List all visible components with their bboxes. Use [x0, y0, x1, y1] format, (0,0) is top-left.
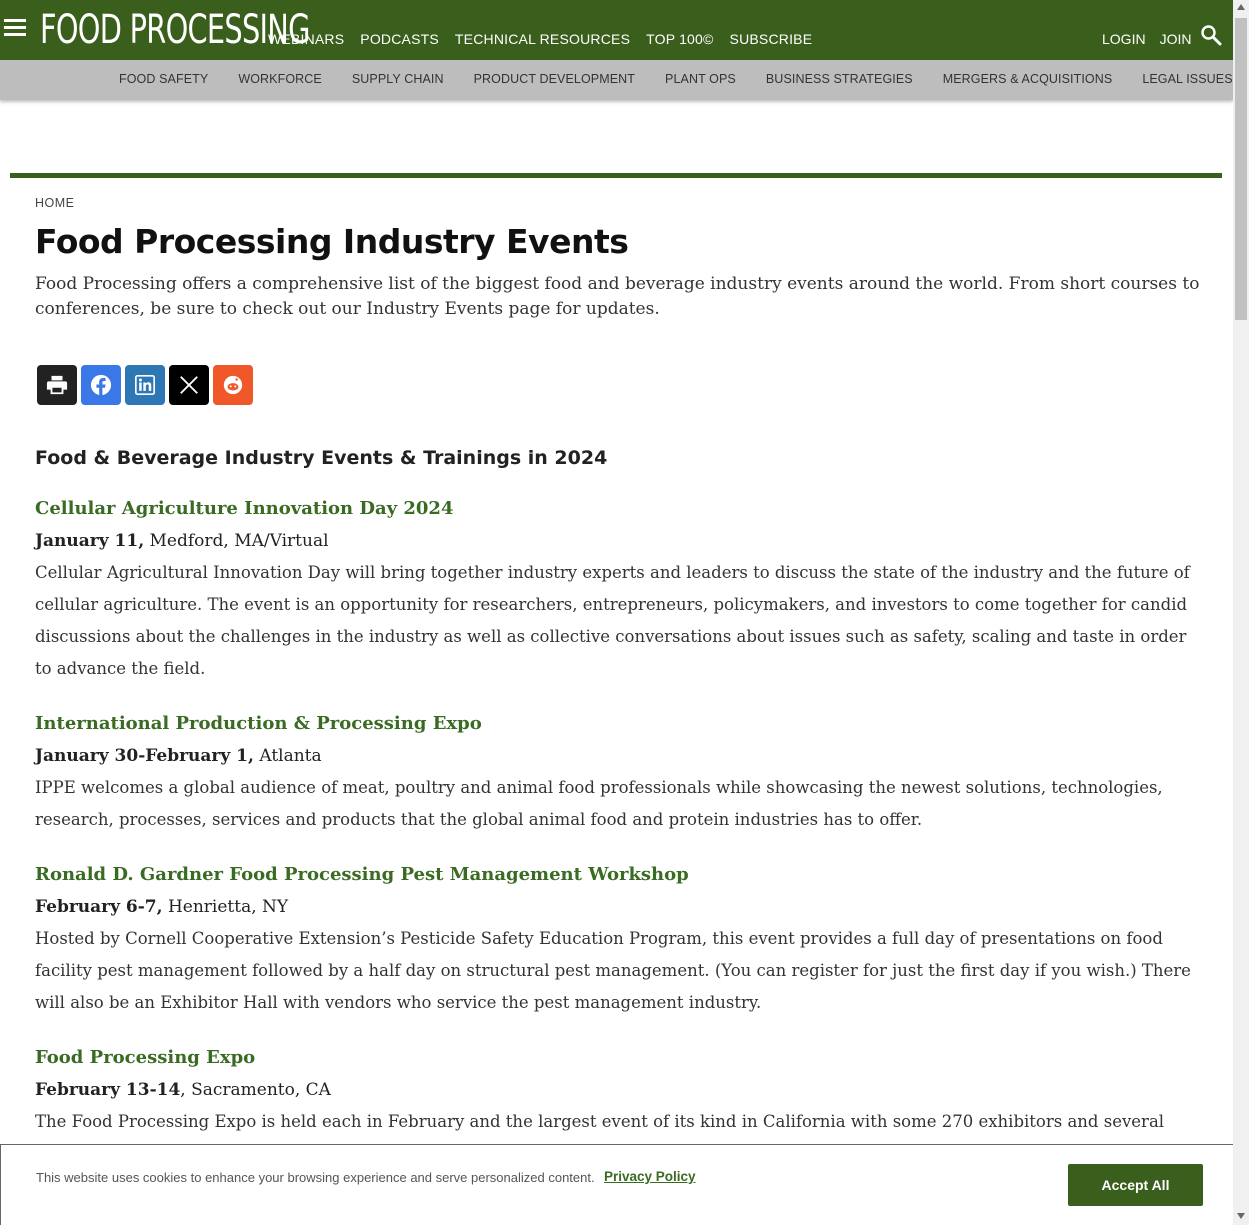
category-supply-chain[interactable]: SUPPLY CHAIN	[352, 72, 444, 86]
join-link[interactable]: JOIN	[1160, 31, 1192, 47]
category-legal-issues[interactable]: LEGAL ISSUES	[1142, 72, 1232, 86]
event-location: Atlanta	[253, 746, 322, 766]
event-location: Medford, MA/Virtual	[144, 531, 329, 551]
login-link[interactable]: LOGIN	[1102, 31, 1146, 47]
privacy-policy-link[interactable]: Privacy Policy	[604, 1169, 696, 1184]
accept-cookies-button[interactable]: Accept All	[1068, 1164, 1203, 1206]
facebook-icon[interactable]	[81, 365, 121, 405]
events-section: Food & Beverage Industry Events & Traini…	[35, 445, 1200, 1202]
event-meta: January 30-February 1, Atlanta	[35, 740, 1200, 772]
page-header: HOME Food Processing Industry Events Foo…	[35, 194, 1200, 322]
event-title-link[interactable]: International Production & Processing Ex…	[35, 708, 1200, 740]
event-title-link[interactable]: Food Processing Expo	[35, 1042, 1200, 1074]
scroll-up-arrow-icon[interactable]	[1237, 4, 1245, 10]
section-divider	[10, 173, 1222, 178]
nav-podcasts[interactable]: PODCASTS	[360, 31, 439, 47]
cookie-message: This website uses cookies to enhance you…	[36, 1170, 595, 1185]
category-plant-ops[interactable]: PLANT OPS	[665, 72, 736, 86]
event-title-link[interactable]: Ronald D. Gardner Food Processing Pest M…	[35, 859, 1200, 891]
nav-technical-resources[interactable]: TECHNICAL RESOURCES	[455, 31, 630, 47]
event-title-link[interactable]: Cellular Agriculture Innovation Day 2024	[35, 493, 1200, 525]
breadcrumb-home[interactable]: HOME	[35, 196, 75, 210]
category-mergers-acquisitions[interactable]: MERGERS & ACQUISITIONS	[943, 72, 1113, 86]
event-item: Cellular Agriculture Innovation Day 2024…	[35, 493, 1200, 685]
event-item: Ronald D. Gardner Food Processing Pest M…	[35, 859, 1200, 1019]
event-meta: January 11, Medford, MA/Virtual	[35, 525, 1200, 557]
reddit-icon[interactable]	[213, 365, 253, 405]
event-description: Cellular Agricultural Innovation Day wil…	[35, 563, 1190, 678]
event-meta: February 6-7, Henrietta, NY	[35, 891, 1200, 923]
user-nav: LOGIN JOIN	[1102, 31, 1205, 47]
search-icon[interactable]	[1200, 24, 1222, 46]
main-nav: WEBINARS PODCASTS TECHNICAL RESOURCES TO…	[268, 31, 828, 47]
x-icon[interactable]	[169, 365, 209, 405]
linkedin-icon[interactable]	[125, 365, 165, 405]
events-heading: Food & Beverage Industry Events & Traini…	[35, 447, 608, 469]
category-business-strategies[interactable]: BUSINESS STRATEGIES	[766, 72, 913, 86]
event-location: Henrietta, NY	[162, 897, 289, 917]
page-intro: Food Processing offers a comprehensive l…	[35, 274, 1200, 319]
top-header: FOOD PROCESSING WEBINARS PODCASTS TECHNI…	[0, 0, 1233, 60]
event-meta: February 13-14, Sacramento, CA	[35, 1074, 1200, 1106]
event-date: January 11,	[35, 531, 145, 551]
event-item: International Production & Processing Ex…	[35, 708, 1200, 836]
event-description: Hosted by Cornell Cooperative Extension’…	[35, 929, 1191, 1012]
print-icon[interactable]	[37, 365, 77, 405]
menu-icon[interactable]	[4, 19, 26, 37]
category-nav: FOOD SAFETY WORKFORCE SUPPLY CHAIN PRODU…	[0, 60, 1233, 100]
scrollbar-thumb[interactable]	[1235, 18, 1247, 320]
category-food-safety[interactable]: FOOD SAFETY	[119, 72, 208, 86]
category-workforce[interactable]: WORKFORCE	[238, 72, 322, 86]
event-description: IPPE welcomes a global audience of meat,…	[35, 778, 1163, 829]
event-date: February 6-7,	[35, 897, 163, 917]
page-title: Food Processing Industry Events	[35, 222, 629, 261]
share-toolbar	[37, 365, 257, 405]
page-scrollbar[interactable]	[1233, 0, 1249, 1225]
event-date: January 30-February 1,	[35, 746, 254, 766]
scroll-down-arrow-icon[interactable]	[1237, 1213, 1245, 1219]
cookie-banner: This website uses cookies to enhance you…	[0, 1144, 1233, 1225]
nav-top-100[interactable]: TOP 100©	[646, 31, 713, 47]
nav-webinars[interactable]: WEBINARS	[268, 31, 344, 47]
event-date: February 13-14	[35, 1080, 181, 1100]
category-product-development[interactable]: PRODUCT DEVELOPMENT	[474, 72, 635, 86]
event-location: , Sacramento, CA	[180, 1080, 331, 1100]
nav-subscribe[interactable]: SUBSCRIBE	[730, 31, 813, 47]
